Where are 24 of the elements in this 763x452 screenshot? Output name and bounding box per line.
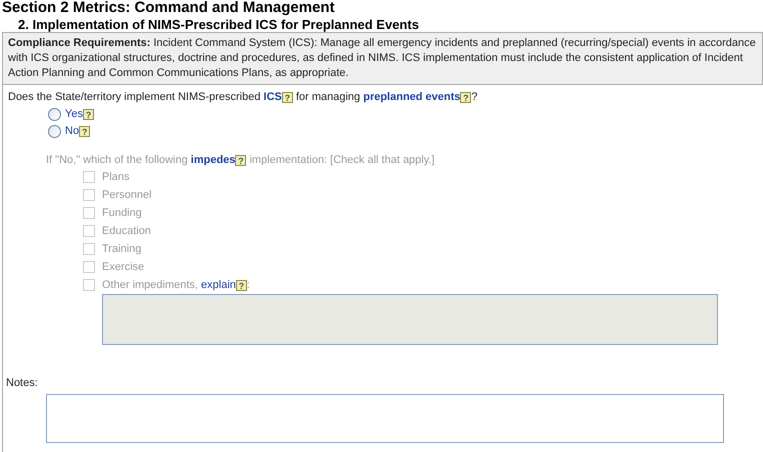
notes-label: Notes: bbox=[5, 376, 39, 391]
checkbox-label: Personnel bbox=[102, 188, 152, 203]
help-icon[interactable]: ? bbox=[460, 92, 472, 103]
question-text: Does the State/territory implement NIMS-prescribed ICS ? for managing preplanned events ? ? bbox=[7, 90, 479, 105]
checkbox-label: Other impediments, explain ? : bbox=[102, 278, 250, 293]
radio-label[interactable]: Yes ? bbox=[65, 106, 94, 123]
help-icon[interactable]: ? bbox=[282, 92, 293, 103]
radio-button[interactable] bbox=[48, 108, 61, 121]
notes-field[interactable] bbox=[46, 394, 724, 442]
help-icon[interactable]: ? bbox=[79, 126, 90, 138]
section-title: Section 2 Metrics: Command and Management bbox=[1, 0, 336, 16]
checkbox-label: Funding bbox=[102, 206, 142, 221]
radio-button[interactable] bbox=[48, 125, 61, 138]
checkbox-label: Plans bbox=[102, 170, 130, 185]
checkbox-label: Education bbox=[102, 224, 151, 239]
checkbox-label: Training bbox=[102, 242, 142, 257]
help-link[interactable]: preplanned events ? bbox=[363, 91, 472, 103]
checkbox-label: Exercise bbox=[102, 260, 144, 275]
impediments-prompt: If "No," which of the following impedes ? implementation: [Check all that apply.] bbox=[45, 153, 436, 168]
help-icon[interactable]: ? bbox=[82, 109, 94, 120]
radio-label[interactable]: No ? bbox=[65, 123, 90, 140]
help-link[interactable]: ICS ? bbox=[264, 91, 293, 103]
compliance-text: Compliance Requirements: Incident Command System (ICS): Manage all emergency incidents and preplanned (recurring/special) events in accordance with ICS organizational structures, doctrine and procedures, as defined in NIMS. ICS implementation must include the consistent application of Incident Action Planning and Common Communications Plans, as appropriate. bbox=[8, 36, 757, 81]
subsection-title: 2. Implementation of NIMS-Prescribed ICS for Preplanned Events bbox=[17, 16, 420, 32]
